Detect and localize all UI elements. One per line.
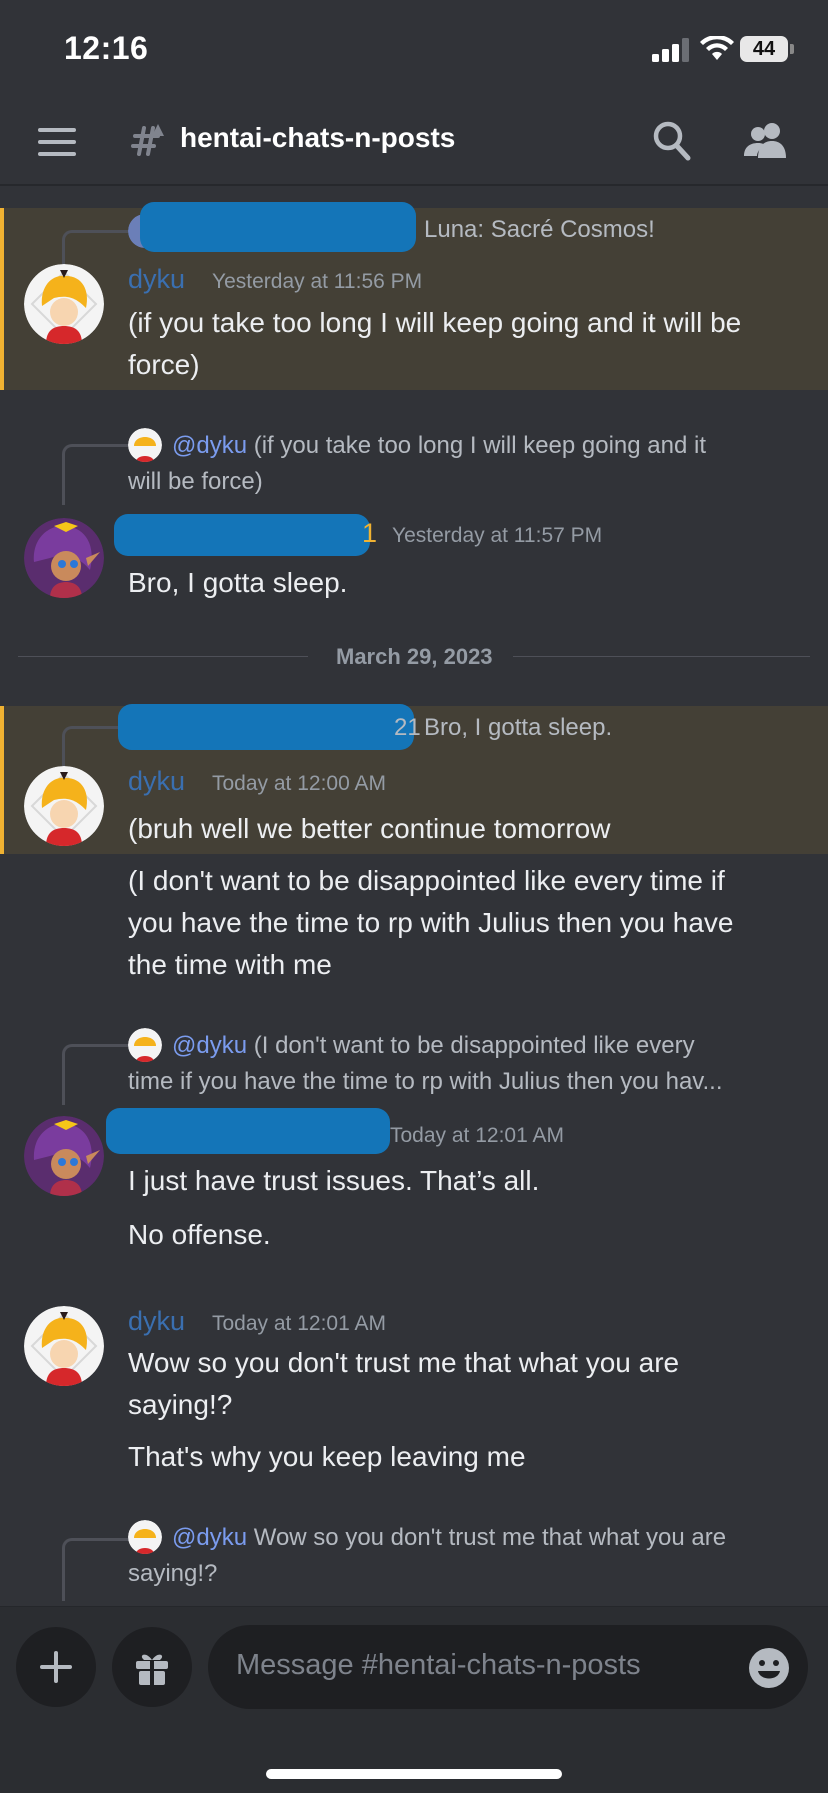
avatar[interactable] bbox=[24, 264, 104, 344]
redacted-username bbox=[106, 1108, 390, 1154]
timestamp: Today at 12:01 AM bbox=[390, 1124, 564, 1147]
timestamp: Today at 12:00 AM bbox=[212, 772, 386, 795]
reply-preview[interactable]: @dyku (I don't want to be disappointed l… bbox=[172, 1028, 695, 1064]
message-line: No offense. bbox=[128, 1219, 271, 1250]
divider-line bbox=[18, 656, 308, 657]
message-line: force) bbox=[128, 349, 200, 380]
username[interactable]: dyku bbox=[128, 1306, 185, 1337]
reply-preview[interactable]: @dyku Wow so you don't trust me that wha… bbox=[172, 1520, 726, 1556]
timestamp: Today at 12:01 AM bbox=[212, 1312, 386, 1335]
reply-preview[interactable]: @dyku (if you take too long I will keep … bbox=[172, 428, 706, 464]
members-icon[interactable] bbox=[744, 120, 788, 160]
battery-nub bbox=[790, 44, 794, 54]
status-bar: 12:16 44 bbox=[0, 0, 828, 100]
gift-icon bbox=[136, 1654, 168, 1685]
channel-hash-icon bbox=[131, 124, 164, 156]
username[interactable]: dyku bbox=[128, 766, 185, 797]
reply-preview[interactable]: Bro, I gotta sleep. bbox=[424, 710, 612, 746]
battery-indicator: 44 bbox=[740, 36, 788, 62]
reply-preview-text: Wow so you don't trust me that what you … bbox=[253, 1524, 727, 1551]
avatar[interactable] bbox=[24, 766, 104, 846]
message-line: the time with me bbox=[128, 949, 332, 980]
username-suffix[interactable]: 1 bbox=[362, 518, 377, 549]
redacted-username bbox=[114, 514, 370, 556]
redacted-username bbox=[118, 704, 414, 750]
channel-title: hentai-chats-n-posts bbox=[180, 122, 456, 153]
reply-avatar bbox=[128, 1028, 162, 1062]
avatar[interactable] bbox=[24, 1306, 104, 1386]
timestamp: Yesterday at 11:56 PM bbox=[212, 270, 423, 293]
message-line: (if you take too long I will keep going … bbox=[128, 307, 742, 338]
username[interactable]: dyku bbox=[128, 264, 185, 295]
reply-connector bbox=[62, 1538, 129, 1601]
avatar[interactable] bbox=[24, 518, 104, 598]
reply-preview-text: time if you have the time to rp with Jul… bbox=[128, 1068, 723, 1095]
cellular-signal-icon bbox=[652, 38, 689, 62]
divider-line bbox=[513, 656, 810, 657]
message-composer: Message #hentai-chats-n-posts bbox=[0, 1606, 828, 1793]
reply-mention[interactable]: @dyku bbox=[172, 432, 247, 459]
reply-preview-text: will be force) bbox=[128, 468, 263, 495]
reply-username-suffix: 21 bbox=[394, 714, 421, 741]
message-line: (I don't want to be disappointed like ev… bbox=[128, 865, 725, 896]
timestamp: Yesterday at 11:57 PM bbox=[392, 524, 603, 547]
reply-preview-text: (if you take too long I will keep going … bbox=[253, 432, 707, 459]
reply-mention[interactable]: @dyku bbox=[172, 1524, 247, 1551]
message-line: saying!? bbox=[128, 1389, 233, 1420]
reply-preview-text: (I don't want to be disappointed like ev… bbox=[253, 1032, 695, 1059]
message-line: That's why you keep leaving me bbox=[128, 1441, 526, 1472]
redacted-username bbox=[140, 202, 416, 252]
avatar[interactable] bbox=[24, 1116, 104, 1196]
menu-icon[interactable] bbox=[38, 127, 76, 157]
reply-connector bbox=[62, 1044, 129, 1105]
message-input-placeholder: Message #hentai-chats-n-posts bbox=[236, 1649, 641, 1681]
message-line: Wow so you don't trust me that what you … bbox=[128, 1347, 680, 1378]
reply-connector bbox=[62, 444, 129, 505]
reply-preview[interactable]: Luna: Sacré Cosmos! bbox=[424, 212, 655, 248]
message-line: I just have trust issues. That’s all. bbox=[128, 1165, 540, 1196]
message-line: you have the time to rp with Julius then… bbox=[128, 907, 734, 938]
message-line: (bruh well we better continue tomorrow bbox=[128, 813, 611, 844]
reply-avatar bbox=[128, 428, 162, 462]
status-clock: 12:16 bbox=[64, 30, 149, 66]
message-input[interactable]: Message #hentai-chats-n-posts bbox=[208, 1625, 808, 1709]
reply-preview-text: saying!? bbox=[128, 1560, 218, 1587]
channel-header: hentai-chats-n-posts bbox=[0, 100, 828, 186]
attach-button[interactable] bbox=[16, 1627, 96, 1707]
wifi-icon bbox=[700, 36, 734, 60]
date-divider-label: March 29, 2023 bbox=[330, 644, 499, 670]
reply-avatar bbox=[128, 1520, 162, 1554]
home-indicator bbox=[266, 1769, 562, 1779]
plus-icon bbox=[40, 1651, 72, 1683]
search-icon[interactable] bbox=[652, 120, 692, 162]
emoji-icon[interactable] bbox=[748, 1647, 790, 1689]
gift-button[interactable] bbox=[112, 1627, 192, 1707]
message-line: Bro, I gotta sleep. bbox=[128, 567, 348, 598]
reply-mention[interactable]: @dyku bbox=[172, 1032, 247, 1059]
